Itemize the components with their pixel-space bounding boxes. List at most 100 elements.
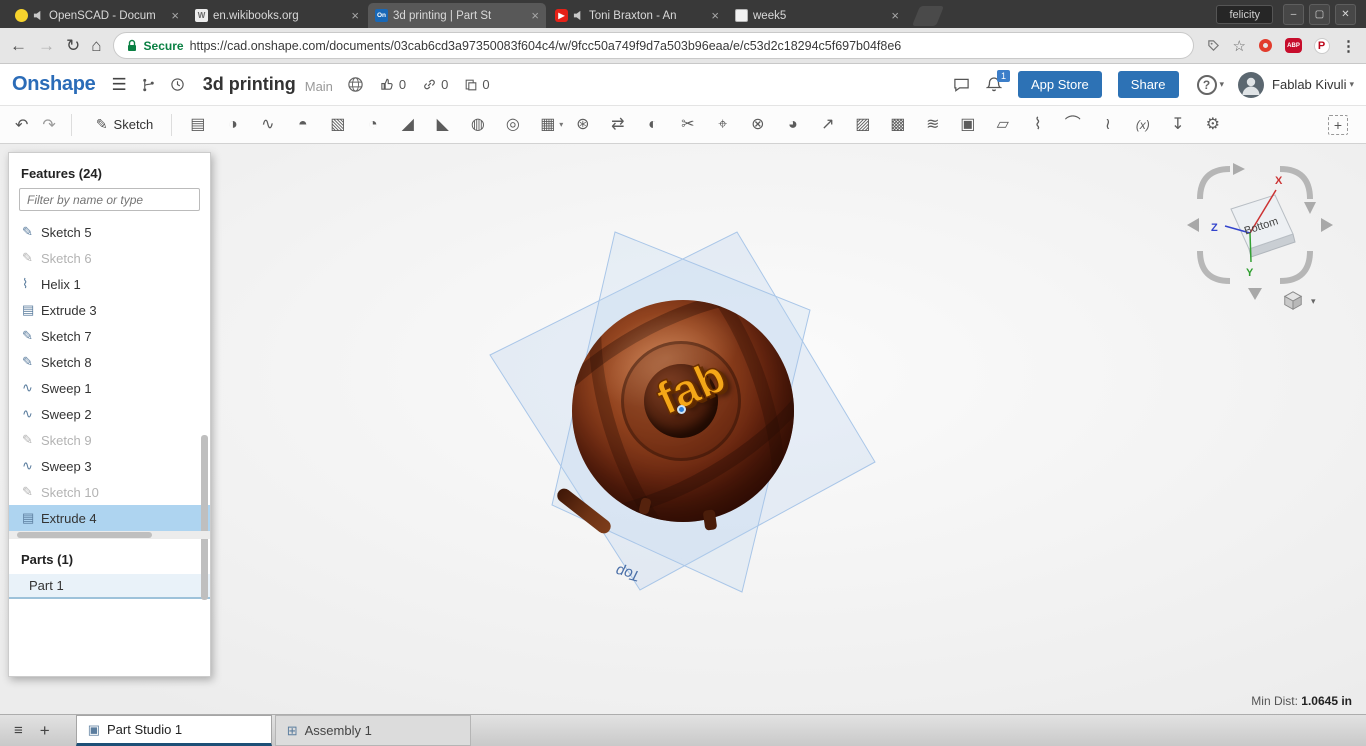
- circular-pattern-tool-icon[interactable]: ⊛: [565, 116, 600, 133]
- user-menu-caret-icon[interactable]: ▾: [1349, 79, 1354, 90]
- home-button[interactable]: ⌂: [91, 37, 101, 54]
- tab-assembly-1[interactable]: ⊞ Assembly 1: [274, 715, 471, 746]
- draft-tool-icon[interactable]: ◣: [425, 116, 460, 133]
- feature-item-sweep3[interactable]: ∿ Sweep 3: [9, 453, 210, 479]
- extension-adblock-icon[interactable]: ABP: [1285, 37, 1302, 54]
- insert-tool-icon[interactable]: +: [1328, 114, 1348, 135]
- links-count[interactable]: 0: [422, 77, 448, 92]
- versions-icon[interactable]: [141, 77, 156, 93]
- extension-onetab-icon[interactable]: [1257, 37, 1274, 54]
- chamfer-tool-icon[interactable]: ◢: [390, 116, 425, 133]
- sweep-tool-icon[interactable]: ∿: [250, 116, 285, 133]
- tab-close-icon[interactable]: ×: [171, 9, 179, 22]
- browser-tab-openscad[interactable]: OpenSCAD - Docum ×: [8, 3, 186, 28]
- tab-close-icon[interactable]: ×: [891, 9, 899, 22]
- user-avatar[interactable]: [1238, 71, 1265, 98]
- user-name[interactable]: Fablab Kivuli: [1272, 77, 1346, 92]
- transform-tool-icon[interactable]: ⌖: [705, 116, 740, 133]
- offset-surface-tool-icon[interactable]: ≋: [915, 116, 950, 133]
- shell-tool-icon[interactable]: ◍: [460, 116, 495, 133]
- feature-item-sketch7[interactable]: ✎ Sketch 7: [9, 323, 210, 349]
- bookmark-star-icon[interactable]: ☆: [1233, 37, 1246, 55]
- feature-filter-input[interactable]: [19, 188, 200, 211]
- back-button[interactable]: ←: [10, 37, 27, 54]
- feature-item-sketch5[interactable]: ✎ Sketch 5: [9, 219, 210, 245]
- delete-face-tool-icon[interactable]: ▩: [880, 116, 915, 133]
- replace-face-tool-icon[interactable]: ▨: [845, 116, 880, 133]
- feature-list-scrollbar[interactable]: [201, 435, 208, 600]
- extrude-tool-icon[interactable]: ▤: [180, 116, 215, 133]
- url-omnibox[interactable]: Secure https://cad.onshape.com/documents…: [112, 32, 1194, 59]
- composite-curve-tool-icon[interactable]: ≀: [1090, 116, 1125, 133]
- extension-pinterest-icon[interactable]: P: [1313, 37, 1330, 54]
- custom-feature-tool-icon[interactable]: ⚙: [1195, 116, 1230, 133]
- minimize-button[interactable]: –: [1283, 4, 1304, 25]
- workspace-name[interactable]: Main: [305, 79, 333, 94]
- origin-point[interactable]: [677, 405, 686, 414]
- app-store-button[interactable]: App Store: [1017, 71, 1102, 98]
- close-window-button[interactable]: ✕: [1335, 4, 1356, 25]
- split-tool-icon[interactable]: ✂: [670, 116, 705, 133]
- project-curve-tool-icon[interactable]: ⌒: [1055, 116, 1090, 133]
- part-item-part1[interactable]: Part 1: [9, 574, 210, 599]
- maximize-button[interactable]: ▢: [1309, 4, 1330, 25]
- thicken-tool-icon[interactable]: ▧: [320, 116, 355, 133]
- feature-item-sketch10[interactable]: ✎ Sketch 10: [9, 479, 210, 505]
- feature-item-sketch8[interactable]: ✎ Sketch 8: [9, 349, 210, 375]
- history-icon[interactable]: [170, 77, 185, 92]
- share-button[interactable]: Share: [1117, 71, 1179, 98]
- manage-tabs-icon[interactable]: ≡: [14, 722, 23, 739]
- add-tab-button[interactable]: +: [40, 721, 50, 741]
- move-face-tool-icon[interactable]: ↗: [810, 116, 845, 133]
- hole-tool-icon[interactable]: ◎: [495, 116, 530, 133]
- forward-button[interactable]: →: [38, 37, 55, 54]
- browser-tab-wikibooks[interactable]: W en.wikibooks.org ×: [188, 3, 366, 28]
- page-action-tag-icon[interactable]: [1205, 37, 1222, 54]
- tab-close-icon[interactable]: ×: [531, 9, 539, 22]
- comments-icon[interactable]: [953, 77, 970, 93]
- variable-tool-icon[interactable]: (x): [1125, 119, 1160, 131]
- view-cube[interactable]: Bottom X Z Y: [1175, 154, 1345, 314]
- undo-button[interactable]: ↶: [15, 115, 28, 135]
- sketch-button[interactable]: ✎ Sketch: [86, 111, 163, 138]
- reload-button[interactable]: ↻: [66, 37, 80, 54]
- tab-close-icon[interactable]: ×: [351, 9, 359, 22]
- help-icon[interactable]: ?: [1196, 74, 1217, 95]
- feature-item-sweep2[interactable]: ∿ Sweep 2: [9, 401, 210, 427]
- tab-close-icon[interactable]: ×: [711, 9, 719, 22]
- browser-tab-youtube[interactable]: ▶ Toni Braxton - An ×: [548, 3, 726, 28]
- feature-list-hscrollbar[interactable]: [9, 531, 210, 539]
- feature-item-sketch6[interactable]: ✎ Sketch 6: [9, 245, 210, 271]
- copies-count[interactable]: 0: [464, 77, 490, 92]
- plane-tool-icon[interactable]: ▱: [985, 116, 1020, 133]
- browser-profile-name[interactable]: felicity: [1216, 5, 1273, 24]
- loft-tool-icon[interactable]: ◓: [285, 116, 320, 133]
- onshape-logo[interactable]: Onshape: [12, 73, 96, 96]
- main-menu-icon[interactable]: ☰: [111, 75, 126, 95]
- likes-count[interactable]: 0: [380, 77, 406, 92]
- fill-tool-icon[interactable]: ▣: [950, 116, 985, 133]
- fillet-tool-icon[interactable]: ◔: [355, 116, 390, 133]
- revolve-tool-icon[interactable]: ◑: [215, 116, 250, 133]
- delete-part-tool-icon[interactable]: ⊗: [740, 116, 775, 133]
- boolean-tool-icon[interactable]: ◐: [635, 116, 670, 133]
- mirror-tool-icon[interactable]: ⇄: [600, 116, 635, 133]
- notifications-bell[interactable]: 1: [985, 70, 1010, 93]
- feature-item-extrude3[interactable]: ▤ Extrude 3: [9, 297, 210, 323]
- import-tool-icon[interactable]: ↧: [1160, 116, 1195, 133]
- model-nub[interactable]: [702, 509, 718, 531]
- feature-item-sketch9[interactable]: ✎ Sketch 9: [9, 427, 210, 453]
- feature-item-helix1[interactable]: ⌇ Helix 1: [9, 271, 210, 297]
- new-tab-button[interactable]: [911, 6, 945, 26]
- tab-part-studio-1[interactable]: ▣ Part Studio 1: [75, 715, 272, 746]
- redo-button[interactable]: ↷: [42, 115, 55, 135]
- browser-tab-week5[interactable]: week5 ×: [728, 3, 906, 28]
- helix-tool-icon[interactable]: ⌇: [1020, 116, 1055, 133]
- view-orientation-button[interactable]: ▾: [1282, 290, 1316, 312]
- viewport-canvas[interactable]: Top fab Bottom X Z Y ▾ Min Dist: 1.0645 …: [0, 144, 1366, 714]
- browser-tab-onshape-active[interactable]: On 3d printing | Part St ×: [368, 3, 546, 28]
- pattern-dropdown-caret-icon[interactable]: ▾: [559, 120, 563, 129]
- feature-item-sweep1[interactable]: ∿ Sweep 1: [9, 375, 210, 401]
- browser-menu-icon[interactable]: ⋮: [1341, 37, 1356, 55]
- modify-fillet-tool-icon[interactable]: ◕: [775, 116, 810, 133]
